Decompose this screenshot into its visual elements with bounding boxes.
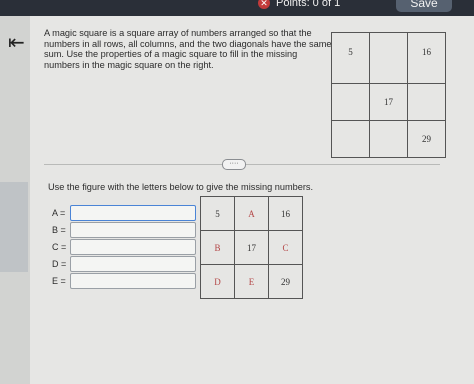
top-bar: ✕ Points: 0 of 1 Save (0, 0, 474, 16)
letter-square-grid: 5 A 16 B 17 C D E 29 (200, 196, 303, 299)
letter-square-cell: 17 (234, 230, 269, 265)
answer-input-d[interactable] (70, 256, 196, 272)
answer-row-b: B = (52, 222, 196, 238)
letter-square-cell: B (200, 230, 235, 265)
expand-more-button[interactable]: ···· (222, 159, 246, 170)
points-indicator: ✕ Points: 0 of 1 (258, 0, 340, 10)
answer-label: C = (52, 242, 67, 252)
answer-row-d: D = (52, 256, 196, 272)
answer-row-e: E = (52, 273, 196, 289)
points-label: Points: 0 of 1 (276, 0, 341, 9)
close-icon: ✕ (258, 0, 270, 9)
answer-input-e[interactable] (70, 273, 196, 289)
magic-square-cell (331, 83, 370, 121)
answer-label: D = (52, 259, 67, 269)
answer-label: A = (52, 208, 66, 218)
magic-square-cell (407, 83, 446, 121)
magic-square-cell: 17 (369, 83, 408, 121)
answer-label: B = (52, 225, 66, 235)
letter-square-cell: D (200, 264, 235, 299)
letter-square-cell: C (268, 230, 303, 265)
magic-square-cell: 16 (407, 32, 446, 84)
letter-square-cell: 16 (268, 196, 303, 231)
question-text: A magic square is a square array of numb… (44, 28, 332, 70)
answer-input-c[interactable] (70, 239, 196, 255)
collapse-arrow-icon[interactable]: ⇤ (8, 30, 25, 55)
magic-square-cell (369, 32, 408, 84)
instruction-text: Use the figure with the letters below to… (48, 182, 314, 192)
magic-square-grid: 5 16 17 29 (331, 32, 446, 158)
magic-square-cell (369, 120, 408, 158)
letter-square-cell: E (234, 264, 269, 299)
sidebar-highlight (0, 182, 28, 272)
magic-square-cell: 5 (331, 32, 370, 84)
letter-square-cell: 5 (200, 196, 235, 231)
answer-input-b[interactable] (70, 222, 196, 238)
save-button[interactable]: Save (396, 0, 452, 12)
magic-square-cell (331, 120, 370, 158)
letter-square-cell: 29 (268, 264, 303, 299)
letter-square-cell: A (234, 196, 269, 231)
answer-row-a: A = (52, 205, 196, 221)
magic-square-cell: 29 (407, 120, 446, 158)
answer-row-c: C = (52, 239, 196, 255)
answer-label: E = (52, 276, 66, 286)
left-sidebar (0, 16, 30, 384)
answer-input-a[interactable] (70, 205, 196, 221)
